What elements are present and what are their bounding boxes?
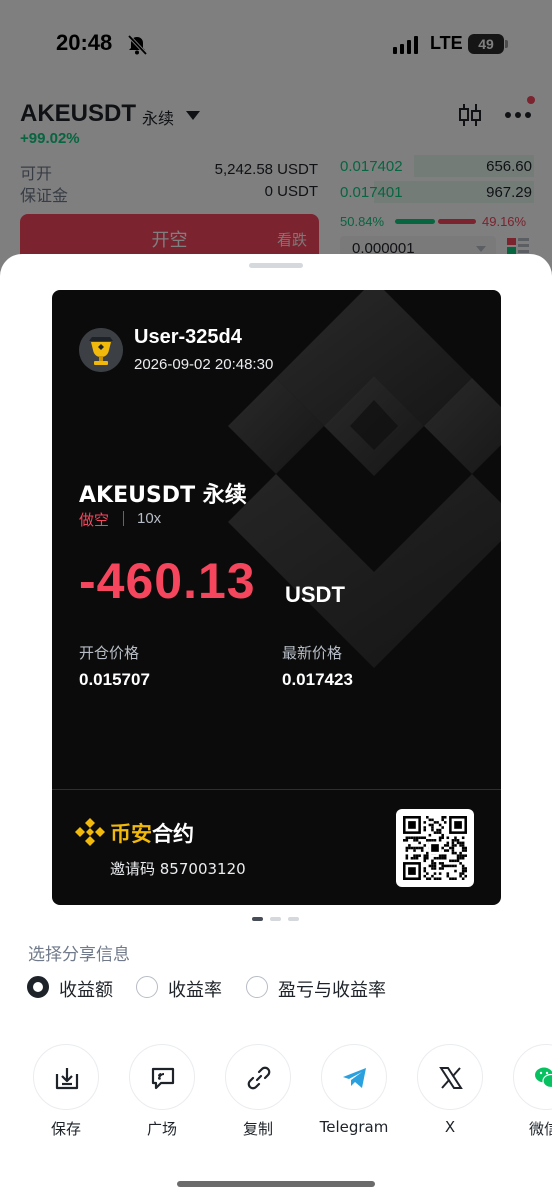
share-copy-link-button[interactable]: 复制 — [225, 1044, 291, 1144]
radio-pnl-rate[interactable]: 收益率 — [136, 976, 236, 1001]
binance-logo-icon — [75, 818, 105, 846]
x-icon — [439, 1067, 463, 1089]
radio-pnl-amount[interactable]: 收益额 — [27, 976, 127, 1001]
radio-label: 收益额 — [59, 980, 113, 1001]
share-sheet: User-325d4 2026-09-02 20:48:30 AKEUSDT 永… — [0, 254, 552, 1200]
wechat-icon — [535, 1067, 552, 1089]
share-icon-circle[interactable] — [129, 1044, 195, 1110]
radio-label: 收益率 — [168, 980, 222, 1001]
pnl-value: -460.13 — [79, 553, 256, 609]
share-label: 广场 — [146, 1120, 177, 1138]
share-card[interactable]: User-325d4 2026-09-02 20:48:30 AKEUSDT 永… — [52, 290, 501, 905]
radio-unchecked-icon[interactable] — [246, 976, 268, 998]
avatar — [79, 328, 123, 372]
entry-price-value: 0.015707 — [79, 670, 150, 689]
qr-code — [396, 809, 474, 887]
brand-name-white: 合约 — [152, 822, 194, 846]
position-leverage: 10x — [137, 510, 162, 527]
pager-dot[interactable] — [288, 917, 299, 921]
last-price-label: 最新价格 — [282, 644, 343, 662]
share-icon-circle[interactable] — [33, 1044, 99, 1110]
share-icon-circle[interactable] — [513, 1044, 552, 1110]
radio-pnl-and-rate[interactable]: 盈亏与收益率 — [246, 976, 396, 1001]
invite-code: 邀请码 857003120 — [110, 860, 246, 878]
position-side: 做空 — [79, 511, 110, 529]
share-options-title: 选择分享信息 — [28, 945, 130, 965]
share-save-button[interactable]: 保存 — [33, 1044, 99, 1144]
radio-label: 盈亏与收益率 — [278, 980, 386, 1001]
share-icon-circle[interactable] — [321, 1044, 387, 1110]
share-x-button[interactable]: X — [417, 1044, 483, 1144]
avatar-trophy-icon — [79, 328, 123, 372]
share-label: X — [444, 1118, 456, 1136]
link-icon — [247, 1066, 271, 1090]
brand-watermark-icon — [228, 290, 501, 668]
share-square-button[interactable]: 广场 — [129, 1044, 195, 1144]
home-indicator — [177, 1181, 375, 1187]
square-icon — [151, 1067, 175, 1090]
pager-dot[interactable] — [270, 917, 281, 921]
share-label: 微信 — [529, 1120, 552, 1138]
qr-code-image — [403, 816, 467, 880]
position-pair: AKEUSDT 永续 — [79, 483, 247, 508]
share-label: 复制 — [242, 1120, 273, 1138]
entry-price-label: 开仓价格 — [79, 644, 140, 662]
pnl-unit: USDT — [285, 582, 345, 607]
brand-name: 币安合约 — [110, 818, 194, 848]
share-icon-circle[interactable] — [417, 1044, 483, 1110]
share-timestamp: 2026-09-02 20:48:30 — [134, 356, 274, 373]
sheet-grabber[interactable] — [249, 263, 303, 268]
radio-unchecked-icon[interactable] — [136, 976, 158, 998]
telegram-icon — [343, 1068, 366, 1088]
share-wechat-button[interactable]: 微信 — [513, 1044, 552, 1144]
radio-checked-icon[interactable] — [27, 976, 49, 998]
save-icon — [55, 1068, 79, 1090]
share-label: 保存 — [50, 1120, 81, 1138]
share-telegram-button[interactable]: Telegram — [320, 1044, 388, 1144]
brand-name-yellow: 币安 — [110, 822, 152, 846]
share-label: Telegram — [319, 1118, 389, 1136]
pager-dot[interactable] — [252, 917, 263, 921]
divider — [123, 511, 124, 526]
last-price-value: 0.017423 — [282, 670, 353, 689]
card-footer: 币安合约 邀请码 857003120 — [52, 789, 501, 905]
share-icon-circle[interactable] — [225, 1044, 291, 1110]
username: User-325d4 — [134, 326, 242, 348]
card-pager — [252, 916, 300, 922]
